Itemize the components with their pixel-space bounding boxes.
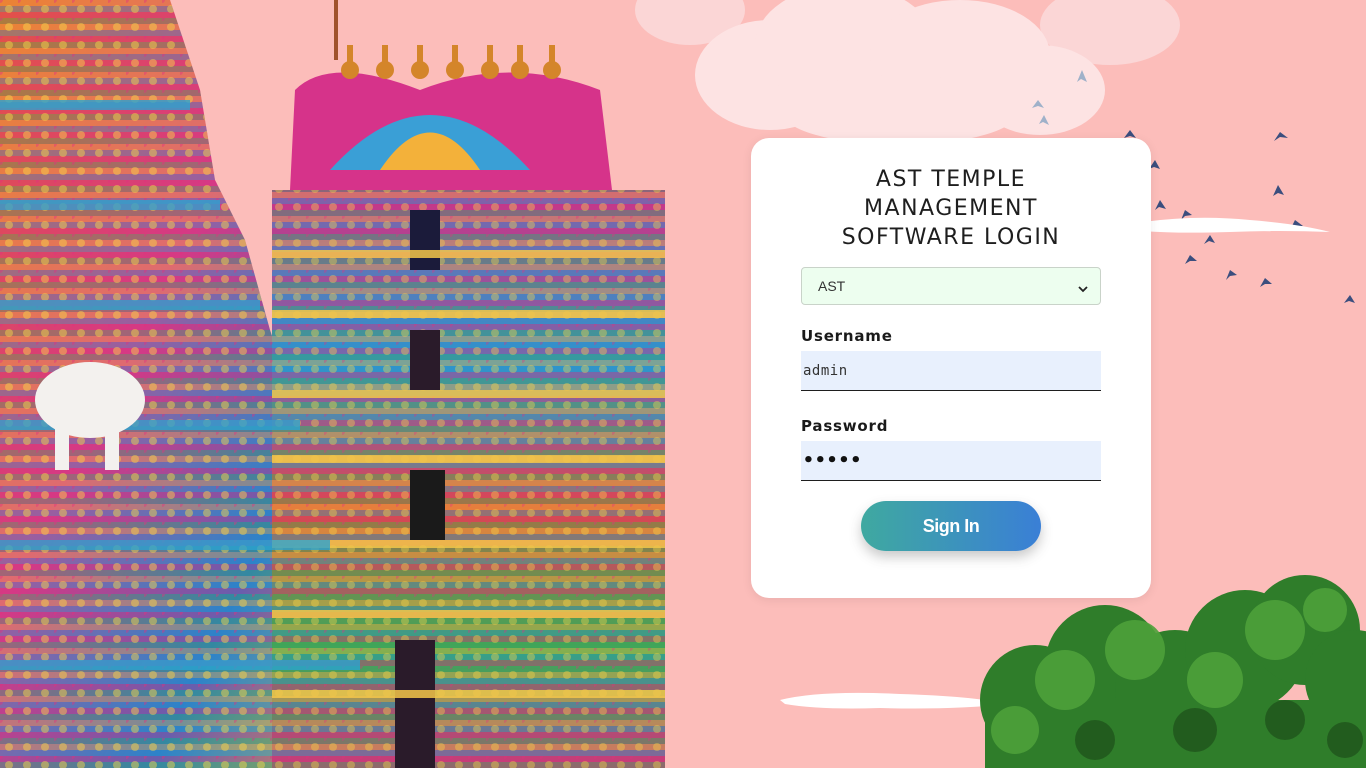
temple-gopuram-image (0, 0, 665, 768)
title-line: MANAGEMENT (864, 196, 1038, 221)
login-card: AST TEMPLE MANAGEMENT SOFTWARE LOGIN AST… (751, 138, 1151, 598)
tree-foliage (975, 570, 1366, 768)
title-line: SOFTWARE LOGIN (841, 225, 1061, 250)
chevron-down-icon (1078, 281, 1088, 293)
login-title: AST TEMPLE MANAGEMENT SOFTWARE LOGIN (751, 165, 1151, 252)
password-input[interactable]: ••••• (801, 441, 1101, 481)
password-label: Password (801, 417, 889, 435)
brush-stroke-decoration (1130, 210, 1330, 240)
username-input[interactable]: admin (801, 351, 1101, 391)
temple-select-dropdown[interactable]: AST (801, 267, 1101, 305)
username-label: Username (801, 327, 893, 345)
title-line: AST TEMPLE (875, 167, 1027, 192)
sign-in-button[interactable]: Sign In (861, 501, 1041, 551)
temple-select-value: AST (818, 278, 846, 294)
